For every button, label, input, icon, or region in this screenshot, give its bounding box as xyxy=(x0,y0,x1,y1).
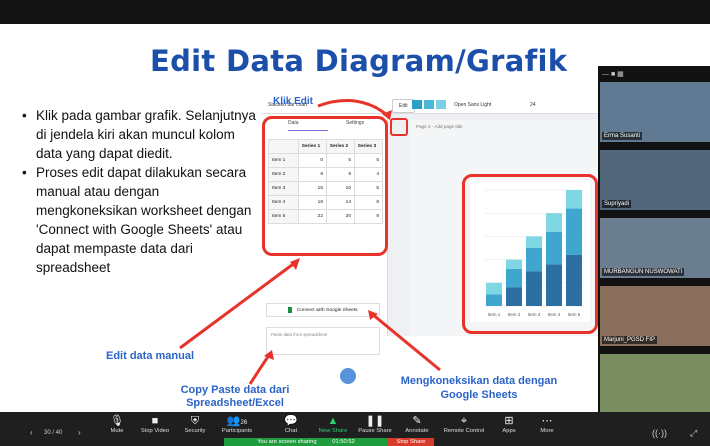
audio-icon[interactable]: ((·)) xyxy=(652,428,667,438)
chat-button[interactable]: 💬 Chat xyxy=(268,414,314,434)
cursor-highlight xyxy=(340,368,356,384)
new-share-button[interactable]: ▲ New Share xyxy=(310,414,356,434)
participants-icon: 👥26 xyxy=(226,415,248,427)
participants-button[interactable]: 👥26 Participants xyxy=(214,414,260,434)
participant-tile[interactable] xyxy=(600,354,710,414)
page-counter: 30 / 40 xyxy=(44,430,63,436)
arrow-to-table xyxy=(179,260,297,350)
prev-slide-icon[interactable]: ‹ xyxy=(30,428,33,437)
share-timer: 01:50:52 xyxy=(332,439,355,445)
arrowhead xyxy=(290,258,300,270)
participant-tile[interactable]: Supriyadi xyxy=(600,150,710,210)
security-button[interactable]: ⛨ Security xyxy=(172,414,218,434)
remote-icon: ⌖ xyxy=(460,415,468,427)
chat-icon: 💬 xyxy=(284,415,298,427)
participant-tile[interactable]: Erma Susanti xyxy=(600,82,710,142)
pen-icon: ✎ xyxy=(412,415,422,427)
stop-share-button[interactable]: Stop Share xyxy=(388,438,434,446)
remote-control-button[interactable]: ⌖ Remote Control xyxy=(436,414,492,434)
pause-share-button[interactable]: ❚❚ Pause Share xyxy=(352,414,398,434)
next-slide-icon[interactable]: › xyxy=(78,428,81,437)
annotate-button[interactable]: ✎ Annotate xyxy=(394,414,440,434)
panel-controls-icon[interactable]: — ■ ▦ xyxy=(602,70,624,78)
arrow-to-edit xyxy=(317,99,389,118)
pause-icon: ❚❚ xyxy=(365,415,385,427)
more-icon: ⋯ xyxy=(541,415,553,427)
more-button[interactable]: ⋯ More xyxy=(524,414,570,434)
participant-tile[interactable]: Marjuni_PGSD FIP xyxy=(600,286,710,346)
sharing-indicator: You are screen sharing 01:50:52 xyxy=(224,438,388,446)
shield-icon: ⛨ xyxy=(190,415,200,427)
fullscreen-icon[interactable]: ⤢ xyxy=(690,428,697,439)
participant-tile[interactable]: MURBANGUN NUSWOWATI xyxy=(600,218,710,278)
share-icon: ▲ xyxy=(327,415,339,427)
arrow-to-connect xyxy=(371,312,441,372)
arrow-to-paste xyxy=(248,353,272,385)
